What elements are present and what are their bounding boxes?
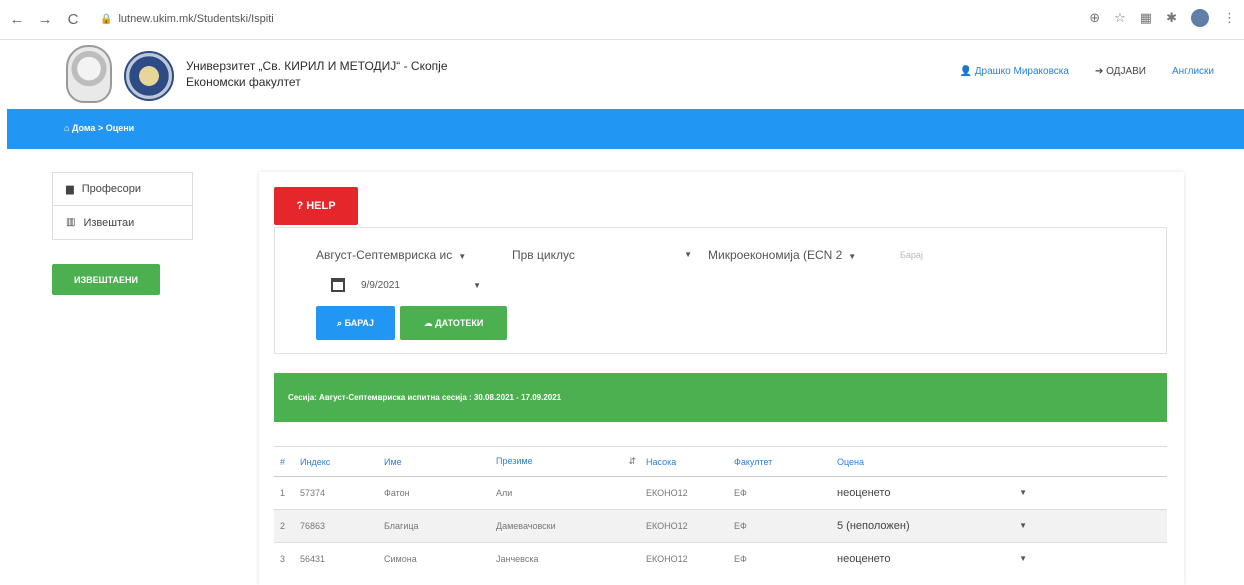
star-icon[interactable]: ☆ <box>1114 10 1126 26</box>
menu-icon[interactable]: ⋮ <box>1223 10 1236 26</box>
chevron-down-icon: ▼ <box>1019 488 1027 497</box>
site-header: Универзитет „Св. КИРИЛ И МЕТОДИЈ“ - Скоп… <box>0 41 1244 109</box>
university-name: Универзитет „Св. КИРИЛ И МЕТОДИЈ“ - Скоп… <box>186 59 448 73</box>
cycle-select[interactable]: Прв циклус ▼ <box>512 244 692 266</box>
files-button[interactable]: ☁ ДАТОТЕКИ <box>400 306 507 340</box>
breadcrumb-bar: ⌂ Дома > Оцени <box>7 109 1244 149</box>
breadcrumb-separator: > <box>97 123 104 133</box>
chevron-down-icon: ▼ <box>458 252 467 261</box>
zoom-icon[interactable]: ⊕ <box>1089 10 1100 26</box>
book-icon: ▆ <box>66 183 74 195</box>
url-text: lutnew.ukim.mk/Studentski/Ispiti <box>118 13 274 25</box>
grades-table: # Индекс Име Презиме ⇵ Насока Факултет Оц… <box>274 446 1167 576</box>
breadcrumb-current: Оцени <box>105 123 135 133</box>
logout-link[interactable]: ➔ ОДЈАВИ <box>1095 66 1146 77</box>
sidebar-item-professors[interactable]: ▆ Професори <box>53 173 192 206</box>
user-icon: 👤 <box>959 66 975 77</box>
grade-select[interactable]: 5 (неположен) ▼ <box>831 509 1167 543</box>
sidebar-item-label: Професори <box>81 183 142 195</box>
user-link[interactable]: 👤 Драшко Мираковска <box>960 66 1069 77</box>
table-row: 2 76863 Благица Дамевачовски ЕКОНО12 ЕФ … <box>274 509 1167 543</box>
institution-title: Универзитет „Св. КИРИЛ И МЕТОДИЈ“ - Скоп… <box>186 58 448 90</box>
table-row: 3 56431 Симона Јанчевска ЕКОНО12 ЕФ неоц… <box>274 542 1167 576</box>
table-header-row: # Индекс Име Презиме ⇵ Насока Факултет Оц… <box>274 446 1167 477</box>
forward-icon[interactable]: → <box>34 9 56 31</box>
sidebar-menu: ▆ Професори ▥ Извештаи <box>52 172 193 240</box>
subject-select[interactable]: Микроекономија (ECN 2 ▼ <box>708 244 856 266</box>
faculty-logo <box>124 51 174 101</box>
language-link[interactable]: Англиски <box>1172 66 1214 77</box>
chevron-down-icon: ▼ <box>684 250 692 259</box>
profile-avatar[interactable] <box>1191 9 1209 27</box>
grade-select[interactable]: неоценето ▼ <box>831 542 1167 576</box>
extension-icon[interactable]: ▦ <box>1140 10 1152 26</box>
puzzle-icon[interactable]: ✱ <box>1166 10 1177 26</box>
col-index[interactable]: Индекс <box>294 446 378 477</box>
session-select[interactable]: Август-Септемвриска ис ▼ <box>316 244 466 266</box>
reports-button[interactable]: ИЗВЕШТАЕНИ <box>52 264 160 295</box>
col-faculty[interactable]: Факултет <box>728 446 831 477</box>
question-icon: ? <box>296 200 307 212</box>
chevron-down-icon: ▼ <box>473 281 481 290</box>
sidebar-item-label: Извештаи <box>83 216 135 229</box>
breadcrumb: ⌂ Дома > Оцени <box>64 123 134 133</box>
help-button[interactable]: ? HELP <box>274 187 358 225</box>
date-select[interactable]: 9/9/2021 ▼ <box>361 275 481 297</box>
faculty-name: Економски факултет <box>186 75 301 89</box>
chevron-down-icon: ▼ <box>848 252 857 261</box>
chevron-down-icon: ▼ <box>1019 521 1027 530</box>
browser-actions: ⊕ ☆ ▦ ✱ ⋮ <box>1089 9 1236 27</box>
lock-icon: 🔒 <box>100 13 113 25</box>
browser-toolbar: ← → C 🔒 lutnew.ukim.mk/Studentski/Ispiti… <box>0 0 1244 40</box>
col-number: # <box>274 446 294 477</box>
sort-icon: ⇵ <box>628 456 636 466</box>
cloud-icon: ☁ <box>423 317 436 328</box>
logout-icon: ➔ <box>1094 66 1107 77</box>
grade-select[interactable]: неоценето ▼ <box>831 476 1167 510</box>
bar-chart-icon: ▥ <box>66 217 76 228</box>
search-icon: ⌕ <box>337 317 345 328</box>
breadcrumb-home[interactable]: Дома <box>72 123 95 133</box>
calendar-icon[interactable] <box>331 278 345 292</box>
address-bar[interactable]: 🔒 lutnew.ukim.mk/Studentski/Ispiti <box>100 8 1060 30</box>
table-row: 1 57374 Фатон Али ЕКОНО12 ЕФ неоценето ▼ <box>274 476 1167 510</box>
home-icon: ⌂ <box>64 123 72 133</box>
search-button[interactable]: ⌕ БАРАЈ <box>316 306 395 340</box>
col-first-name[interactable]: Име <box>378 446 490 477</box>
subject-search[interactable]: Барај <box>900 244 923 266</box>
col-grade[interactable]: Оцена <box>831 446 1167 477</box>
col-last-name[interactable]: Презиме ⇵ <box>490 446 640 477</box>
university-logo <box>66 45 112 103</box>
back-icon[interactable]: ← <box>6 9 28 31</box>
reload-icon[interactable]: C <box>62 9 84 31</box>
header-links: 👤 Драшко Мираковска ➔ ОДЈАВИ Англиски <box>960 66 1214 77</box>
sidebar-item-reports[interactable]: ▥ Извештаи <box>53 206 192 239</box>
session-alert: Сесија: Август-Септемвриска испитна сеси… <box>274 373 1167 422</box>
col-program[interactable]: Насока <box>640 446 728 477</box>
chevron-down-icon: ▼ <box>1019 554 1027 564</box>
